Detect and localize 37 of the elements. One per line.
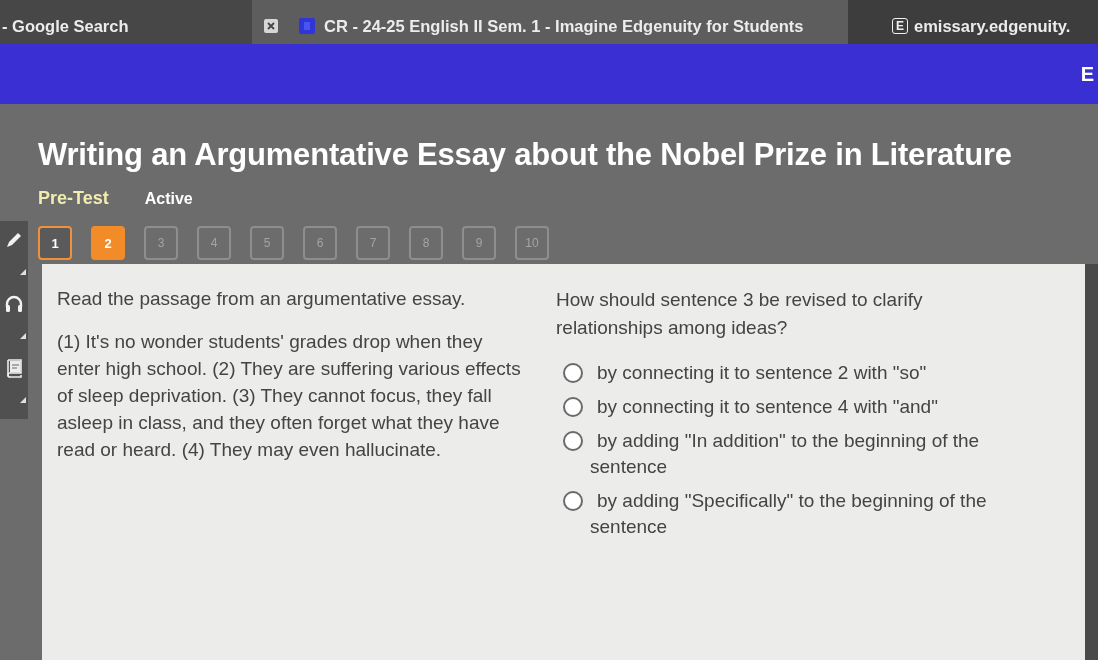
corner-triangle-icon xyxy=(20,269,26,275)
question-number-button[interactable]: 8 xyxy=(409,226,443,260)
question-number-button[interactable]: 1 xyxy=(38,226,72,260)
favicon-icon xyxy=(299,18,315,34)
question-prompt: How should sentence 3 be revised to clarify relationships among ideas? xyxy=(556,288,924,340)
answer-option[interactable]: by connecting it to sentence 4 with "and" xyxy=(590,394,938,420)
tab-title: emissary.edgenuity. xyxy=(914,16,1071,36)
radio-button[interactable] xyxy=(563,491,583,511)
tab-title: CR - 24-25 English II Sem. 1 - Imagine Edgenuity for Students xyxy=(324,16,804,36)
question-number-button[interactable]: 2 xyxy=(91,226,125,260)
question-number-button[interactable]: 3 xyxy=(144,226,178,260)
activity-type: Pre-Test xyxy=(38,188,109,209)
question-number-button[interactable]: 5 xyxy=(250,226,284,260)
site-favicon: E xyxy=(892,18,908,34)
browser-tab[interactable]: CR - 24-25 English II Sem. 1 - Imagine Edgenuity for Students xyxy=(252,0,848,44)
answer-option[interactable]: by adding "Specifically" to the beginning of the sentence xyxy=(590,488,1036,540)
browser-tab[interactable]: - Google Search xyxy=(0,0,252,44)
question-number-button[interactable]: 10 xyxy=(515,226,549,260)
radio-button[interactable] xyxy=(563,397,583,417)
corner-triangle-icon xyxy=(20,333,26,339)
radio-button[interactable] xyxy=(563,363,583,383)
answer-option[interactable]: by connecting it to sentence 2 with "so" xyxy=(590,360,927,386)
answer-option[interactable]: by adding "In addition" to the beginning of the sentence xyxy=(590,428,1036,480)
question-number-button[interactable]: 7 xyxy=(356,226,390,260)
activity-status: Active xyxy=(144,190,193,208)
passage-instruction: Read the passage from an argumentative essay. xyxy=(57,287,467,311)
corner-triangle-icon xyxy=(20,397,26,403)
headphones-icon xyxy=(4,294,24,314)
tab-title: - Google Search xyxy=(2,16,129,36)
passage-text: (1) It's no wonder students' grades drop when they enter high school. (2) They are suffering various effects of sleep deprivation. (3) They cannot focus, they fall asleep in class, and they often forget what they have read or heard. (4) They may even hallucinate. xyxy=(57,330,522,462)
close-icon[interactable] xyxy=(264,19,278,33)
book-icon xyxy=(4,358,24,378)
activity-title: Writing an Argumentative Essay about the Nobel Prize in Literature xyxy=(38,136,1013,174)
question-number-button[interactable]: 4 xyxy=(197,226,231,260)
pencil-icon xyxy=(4,230,24,250)
radio-button[interactable] xyxy=(563,431,583,451)
header-logo: E xyxy=(1080,62,1095,86)
